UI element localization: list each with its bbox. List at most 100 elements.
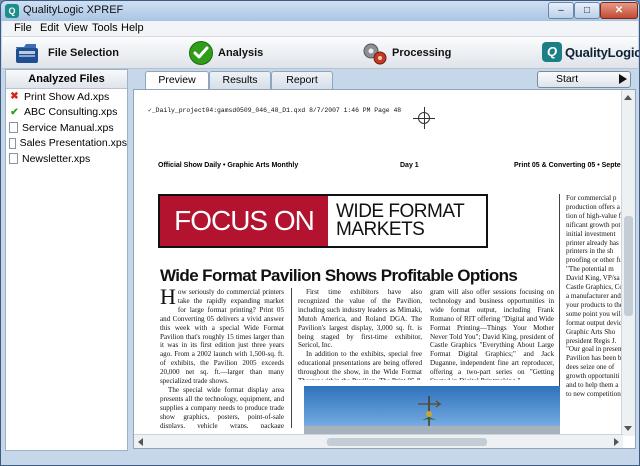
- sidebar-article-line: tion of high-value fi: [566, 211, 622, 220]
- folder-icon: [16, 44, 38, 63]
- start-processing-button[interactable]: Start Processing: [537, 71, 631, 100]
- section-banner: FOCUS ON WIDE FORMAT MARKETS: [158, 194, 488, 248]
- file-list-item[interactable]: Newsletter.xps: [6, 151, 127, 167]
- menu-help[interactable]: Help: [121, 22, 144, 34]
- sidebar-article-line: to new competition.: [566, 389, 622, 398]
- article-photo: [304, 386, 560, 436]
- horizontal-scrollbar[interactable]: [134, 434, 623, 448]
- title-bar[interactable]: Q QualityLogic XPREF – □ ✕: [1, 1, 639, 21]
- sidebar-article-line: your products to the: [566, 300, 622, 309]
- file-list-item[interactable]: Sales Presentation.xps: [6, 136, 127, 152]
- menu-edit[interactable]: Edit: [40, 22, 59, 34]
- menu-bar: File Edit View Tools Help: [2, 21, 638, 37]
- tab-report[interactable]: Report: [271, 71, 333, 89]
- sidebar-article-line: proofing or other fu: [566, 256, 622, 265]
- menu-view[interactable]: View: [64, 22, 88, 34]
- folio-center: Day 1: [400, 162, 419, 169]
- menu-file[interactable]: File: [14, 22, 32, 34]
- sidebar-article-line: For commercial p: [566, 194, 617, 202]
- file-name: ABC Consulting.xps: [24, 106, 118, 119]
- file-selection-label: File Selection: [48, 47, 119, 59]
- article-column-2: First time exhibitors have also recogniz…: [298, 288, 422, 380]
- article-column-3: gram will also offer sessions focusing o…: [430, 288, 554, 380]
- scroll-down-arrow-icon[interactable]: [624, 426, 632, 431]
- tab-results[interactable]: Results: [209, 71, 271, 89]
- sidebar-article-line: nificant growth pot: [566, 220, 621, 229]
- scroll-up-arrow-icon[interactable]: [624, 95, 632, 100]
- column-rule: [291, 288, 292, 428]
- document-slug-line: ✓_Daily_project04:gamsd0509_046_48_D1.qx…: [148, 107, 402, 114]
- sidebar-article-line: printers in the sh: [566, 247, 614, 256]
- sidebar-article-line: growth opportuniti: [566, 372, 620, 381]
- horizontal-scroll-thumb[interactable]: [327, 438, 487, 446]
- document-icon: [9, 137, 16, 149]
- column-1-paragraph-2: The special wide format display area pre…: [160, 385, 284, 428]
- sidebar-article-line: format output device: [566, 318, 622, 327]
- logo-mark: Q: [542, 42, 562, 62]
- article-column-1: H ow seriously do commercial printers ta…: [160, 288, 284, 428]
- error-x-icon: ✖: [10, 91, 19, 103]
- file-name: Service Manual.xps: [22, 121, 114, 134]
- analyzed-files-panel: Analyzed Files ✖ Print Show Ad.xps ✔ ABC…: [5, 69, 128, 451]
- gears-icon: [363, 43, 387, 65]
- toolbar: File Selection Analysis Processing Q Qua…: [2, 37, 640, 69]
- scroll-left-arrow-icon[interactable]: [138, 438, 143, 446]
- processing-label: Processing: [392, 47, 452, 59]
- sidebar-article-line: some point you will: [566, 309, 622, 318]
- file-name: Print Show Ad.xps: [24, 90, 110, 103]
- window-title: QualityLogic XPREF: [23, 4, 124, 16]
- drop-cap: H: [160, 288, 176, 309]
- sidebar-article-line: president Regis J.: [566, 336, 617, 345]
- menu-tools[interactable]: Tools: [92, 22, 118, 34]
- qualitylogic-logo: Q QualityLogic: [542, 42, 640, 62]
- file-name: Sales Presentation.xps: [19, 137, 127, 150]
- logo-text: QualityLogic: [565, 44, 640, 60]
- file-name: Newsletter.xps: [22, 152, 91, 165]
- sidebar-article-line: production offers a: [566, 202, 620, 211]
- scroll-right-arrow-icon[interactable]: [614, 438, 619, 446]
- sidebar-article-line: Pavilion has been b: [566, 354, 622, 363]
- sidebar-article-line: "The potential m: [566, 265, 614, 274]
- sidebar-article-line: Castle Graphics, Co: [566, 283, 622, 292]
- maximize-button[interactable]: □: [574, 2, 600, 19]
- sidebar-article-line: a manufacturer and: [566, 291, 621, 300]
- column-3-paragraph-1: gram will also offer sessions focusing o…: [430, 288, 554, 380]
- file-list-item[interactable]: ✖ Print Show Ad.xps: [6, 89, 127, 105]
- registration-mark-icon: [413, 107, 435, 129]
- column-2-paragraph-1: First time exhibitors have also recogniz…: [298, 288, 422, 350]
- column-1-paragraph-1: ow seriously do commercial printers take…: [160, 288, 284, 386]
- sidebar-article-column: For commercial p production offers a tion …: [566, 194, 622, 424]
- vertical-scroll-thumb[interactable]: [624, 216, 633, 316]
- article-headline: Wide Format Pavilion Shows Profitable Op…: [160, 266, 518, 285]
- tab-preview[interactable]: Preview: [145, 71, 209, 90]
- sidebar-article-line: dees seize one of: [566, 363, 615, 372]
- file-selection-button[interactable]: File Selection: [14, 40, 119, 66]
- banner-line-2: MARKETS: [336, 219, 425, 240]
- check-icon: ✔: [10, 106, 19, 118]
- document-preview[interactable]: ✓_Daily_project04:gamsd0509_046_48_D1.qx…: [133, 89, 636, 449]
- play-arrow-icon: [619, 74, 627, 84]
- sidebar-article-line: printer already has: [566, 238, 619, 247]
- processing-button[interactable]: Processing: [362, 40, 451, 66]
- analysis-button[interactable]: Analysis: [188, 40, 263, 66]
- vertical-scrollbar[interactable]: [621, 90, 635, 436]
- document-icon: [9, 122, 18, 134]
- folio-left: Official Show Daily • Graphic Arts Month…: [158, 162, 299, 169]
- folio-right: Print 05 & Converting 05 • Septe: [514, 162, 621, 169]
- check-circle-icon: [189, 41, 213, 65]
- sidebar-article-line: and to help them a: [566, 381, 619, 390]
- document-icon: [9, 153, 18, 165]
- analyzed-files-header: Analyzed Files: [6, 70, 127, 89]
- banner-wide-format-markets: WIDE FORMAT MARKETS: [328, 196, 486, 246]
- sidebar-article-line: "Our goal in present: [566, 345, 622, 354]
- sidebar-article-line: David King, VP/sa: [566, 274, 620, 283]
- banner-focus-on: FOCUS ON: [160, 196, 328, 246]
- column-2-paragraph-2: In addition to the exhibits, special fre…: [298, 350, 422, 380]
- close-button[interactable]: ✕: [600, 2, 638, 19]
- minimize-button[interactable]: –: [548, 2, 574, 19]
- app-window: Q QualityLogic XPREF – □ ✕ File Edit Vie…: [0, 0, 640, 466]
- sidebar-article-line: initial investment: [566, 229, 616, 238]
- file-list-item[interactable]: ✔ ABC Consulting.xps: [6, 105, 127, 121]
- file-list-item[interactable]: Service Manual.xps: [6, 120, 127, 136]
- analysis-label: Analysis: [218, 47, 264, 59]
